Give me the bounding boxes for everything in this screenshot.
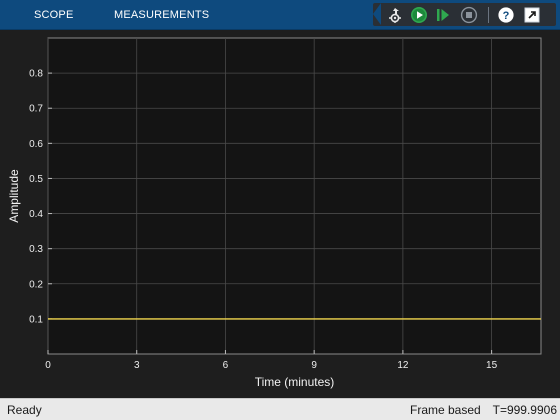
tab-measurements[interactable]: MEASUREMENTS xyxy=(114,0,209,30)
status-bar: Ready Frame based T=999.9906 xyxy=(0,398,560,420)
x-tick-label: 0 xyxy=(45,360,51,371)
y-tick-label: 0.7 xyxy=(29,104,43,115)
x-tick-label: 3 xyxy=(134,360,140,371)
undock-icon[interactable] xyxy=(523,6,541,24)
step-forward-icon[interactable] xyxy=(434,6,452,24)
time-scope-axes[interactable]: 0 3 6 9 12 15 0.1 0.2 0.3 0.4 0.5 0.6 0.7 0.8 Time (mi… xyxy=(0,30,560,398)
quick-access-toolbar: ? xyxy=(373,3,556,26)
y-tick-label: 0.2 xyxy=(29,279,43,290)
y-tick-label: 0.6 xyxy=(29,139,43,150)
toolbar-edge xyxy=(373,3,381,25)
tab-scope[interactable]: SCOPE xyxy=(34,0,74,30)
y-tick-label: 0.8 xyxy=(29,69,43,80)
status-state: Ready xyxy=(7,403,42,417)
y-tick-label: 0.4 xyxy=(29,209,43,220)
status-mode: Frame based xyxy=(410,403,481,417)
stop-icon[interactable] xyxy=(460,6,478,24)
y-axis-label: Amplitude xyxy=(7,169,21,223)
help-icon[interactable]: ? xyxy=(497,6,515,24)
toolstrip: SCOPE MEASUREMENTS ? xyxy=(0,0,560,30)
x-axis-label: Time (minutes) xyxy=(255,375,335,389)
x-tick-label: 6 xyxy=(223,360,229,371)
y-tick-label: 0.3 xyxy=(29,244,43,255)
plot-background xyxy=(47,37,542,355)
y-tick-label: 0.1 xyxy=(29,314,43,325)
step-back-icon[interactable] xyxy=(386,6,404,24)
toolbar-separator xyxy=(488,7,489,23)
x-tick-label: 15 xyxy=(486,360,498,371)
x-tick-label: 9 xyxy=(311,360,317,371)
y-tick-label: 0.5 xyxy=(29,174,43,185)
svg-text:?: ? xyxy=(503,10,510,22)
status-time: T=999.9906 xyxy=(492,403,557,417)
run-icon[interactable] xyxy=(410,6,428,24)
x-tick-label: 12 xyxy=(397,360,409,371)
